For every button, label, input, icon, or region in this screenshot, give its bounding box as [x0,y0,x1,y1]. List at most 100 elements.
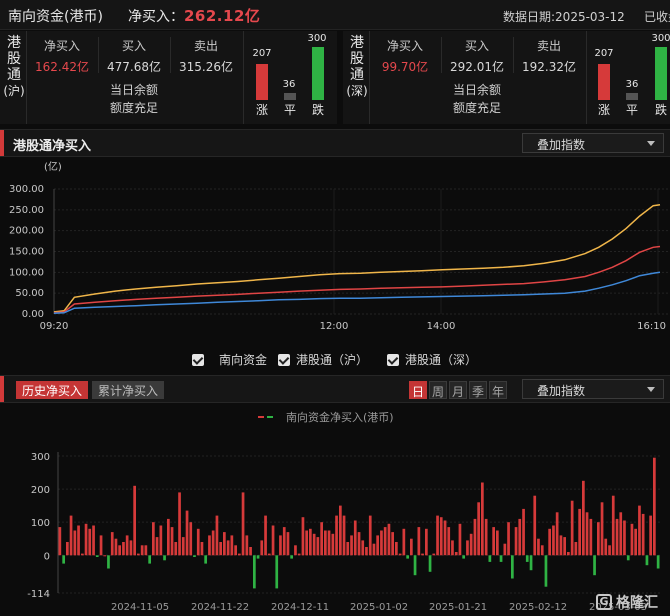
history-bar [331,533,335,556]
period-week[interactable]: 周 [429,381,447,399]
history-bar [585,512,589,556]
history-bar [155,537,159,556]
shanghai-down-count: 300 [307,33,327,44]
panel-shenzhen-title: 港 股 通 (深) [346,35,368,98]
history-bar [514,527,518,556]
shanghai-flat-bar [284,93,296,100]
history-bar [125,535,129,556]
history-bar [559,535,563,556]
history-bar [81,553,84,556]
history-bar [339,505,342,556]
history-bar [107,555,110,569]
history-bar [473,518,477,556]
overlay-index-dropdown[interactable]: 叠加指数 [522,133,664,153]
legend-southbound[interactable]: 南向资金 [192,351,267,368]
history-bar [129,540,133,556]
history-bar [152,522,155,556]
history-overlay-dropdown[interactable]: 叠加指数 [522,379,664,399]
history-bar [439,517,443,556]
history-bar [410,538,413,556]
tab-history-net-buy[interactable]: 历史净买入 [16,381,89,399]
x-tick-label: 2024-12-11 [271,602,329,613]
history-bar [211,530,215,556]
history-bar [488,555,492,562]
history-bar [346,542,350,556]
history-bar [148,555,151,564]
history-bar [320,522,323,556]
history-bar [84,523,88,556]
history-bar [578,508,581,556]
history-bar [335,515,338,556]
history-bar [582,480,585,556]
history-bar [66,542,69,556]
history-bar [58,527,62,556]
period-month[interactable]: 月 [449,381,467,399]
history-bar [503,543,507,556]
tab-cumulative-net-buy[interactable]: 累计净买入 [92,381,165,399]
history-bar [511,555,514,579]
history-bar [428,555,432,572]
intraday-line-chart: (亿)300.00 250.00 200.00 150.00 100.00 50.00 0.… [9,160,670,332]
history-bar [496,530,499,556]
history-bar [443,520,447,556]
history-bar [122,542,125,556]
history-bar [425,528,428,556]
history-bar [327,530,331,556]
history-bar [234,545,237,556]
history-bar [99,535,103,556]
history-bar [286,532,290,556]
x-tick-label: 12:00 [320,321,349,332]
shenzhen-sell: 卖出 192.32亿 [522,39,576,74]
period-year[interactable]: 年 [489,381,507,399]
logo-icon: G [596,594,612,610]
history-bar [398,553,402,556]
chevron-down-icon [647,141,655,146]
period-day[interactable]: 日 [409,381,427,399]
history-bar [522,508,525,556]
page-title: 南向资金(港币) [8,9,103,25]
history-bar [630,523,634,556]
history-bar [641,513,645,556]
history-bar [353,520,357,556]
intraday-title: 港股通净买入 [13,139,92,154]
history-bar [589,518,593,556]
history-bar [600,502,604,556]
history-bar [477,502,480,556]
y-tick-label: 250.00 [9,205,44,216]
x-tick-label: 2024-11-05 [111,602,169,613]
history-bar [301,517,305,556]
history-bar [380,530,383,556]
history-bar [193,555,196,557]
y-tick-label: 200 [31,485,50,496]
history-bar [133,485,136,556]
history-bar [256,555,260,559]
history-bar [241,492,245,556]
history-bar [492,527,495,556]
panel-shenzhen: 港 股 通 (深) 净买入 99.70亿 买入 292.01亿 卖出 192.3… [343,31,670,124]
history-bar [421,553,424,556]
history-bar [537,538,540,556]
history-bar [350,535,353,556]
history-bar [544,555,548,587]
history-bar [593,555,596,576]
y-unit-label: (亿) [44,160,62,173]
history-bar [189,522,193,556]
series-line-1 [53,245,661,314]
history-bar [140,545,144,556]
history-bar [402,528,406,556]
history-bar [185,510,189,556]
history-bar [458,523,462,556]
history-bar [529,555,533,571]
history-bar [608,545,611,556]
history-bar [204,555,207,564]
legend-shenzhen[interactable]: 港股通（深） [387,351,477,368]
y-tick-label: 50.00 [15,288,44,299]
history-bar [73,530,77,556]
period-quarter[interactable]: 季 [469,381,487,399]
y-tick-label: 150.00 [9,247,44,258]
history-bar [552,525,555,556]
history-bar [181,537,185,556]
panel-shanghai: 港 股 通 (沪) 净买入 162.42亿 买入 477.68亿 卖出 315.… [0,31,337,124]
shanghai-sell: 卖出 315.26亿 [179,39,233,74]
legend-shanghai[interactable]: 港股通（沪） [278,351,368,368]
